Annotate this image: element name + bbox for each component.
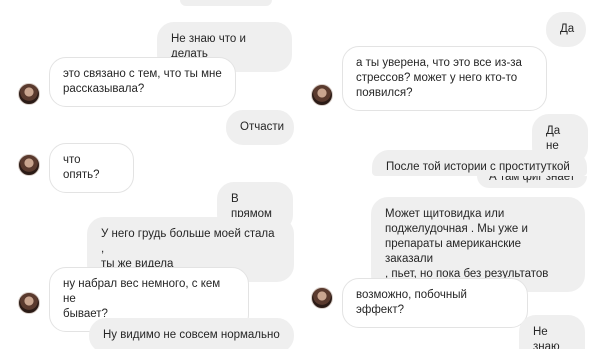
contact-avatar[interactable] <box>311 84 333 106</box>
message-bubble-incoming[interactable]: возможно, побочный эффект? <box>342 278 528 328</box>
contact-avatar[interactable] <box>18 83 40 105</box>
message-bubble-incoming[interactable]: что опять? <box>49 143 134 193</box>
message-bubble-outgoing[interactable]: После той истории с проституткой <box>372 150 587 176</box>
contact-avatar[interactable] <box>18 154 40 176</box>
message-bubble-outgoing[interactable]: Отчасти <box>226 110 294 145</box>
contact-avatar[interactable] <box>18 292 40 314</box>
previous-message-edge <box>180 0 272 6</box>
message-bubble-outgoing[interactable]: Да <box>546 12 586 47</box>
message-bubble-outgoing[interactable]: Не знаю <box>519 315 585 349</box>
chat-left: Не знаю что и делать это связано с тем, … <box>0 0 297 349</box>
message-bubble-incoming[interactable]: это связано с тем, что ты мне рассказыва… <box>49 57 236 107</box>
cut-message-fragment: А там фиг знает <box>477 176 587 188</box>
chat-right: Да а ты уверена, что это все из-за стрес… <box>303 0 600 349</box>
contact-avatar[interactable] <box>311 287 333 309</box>
message-bubble-incoming[interactable]: а ты уверена, что это все из-за стрессов… <box>342 46 547 111</box>
message-bubble-outgoing-partial[interactable]: А там фиг знает <box>477 176 587 185</box>
message-bubble-outgoing[interactable]: Ну видимо не совсем нормально <box>89 318 294 349</box>
